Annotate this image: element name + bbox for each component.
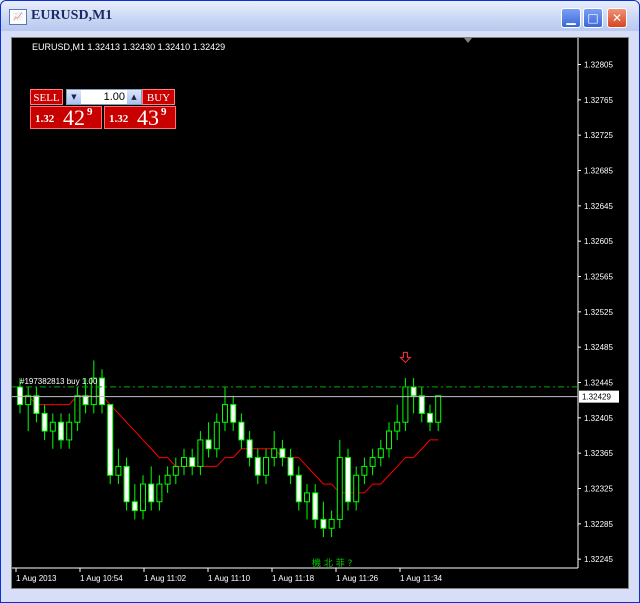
bottom-label: 機 北 菲 ? bbox=[312, 557, 353, 569]
candle-body bbox=[222, 404, 228, 423]
candle-body bbox=[189, 457, 196, 467]
y-tick-label: 1.32565 bbox=[584, 273, 613, 282]
candle-body bbox=[107, 404, 114, 476]
candle-body bbox=[58, 421, 64, 441]
candle-body bbox=[386, 430, 392, 450]
candle-body bbox=[205, 439, 212, 450]
candle-body bbox=[304, 492, 310, 503]
candle-body bbox=[49, 421, 56, 432]
lot-size-input[interactable]: 1.00 bbox=[83, 90, 125, 104]
candle-body bbox=[369, 457, 376, 467]
candle-body bbox=[66, 421, 73, 441]
moving-average-line bbox=[20, 395, 439, 494]
chart-icon[interactable]: 📈 bbox=[9, 9, 27, 25]
sell-button[interactable]: SELL bbox=[30, 89, 63, 105]
candle-body bbox=[320, 518, 327, 529]
y-tick-label: 1.32445 bbox=[584, 379, 613, 388]
x-tick-label: 1 Aug 11:10 bbox=[208, 574, 251, 583]
candle-body bbox=[246, 439, 253, 459]
candle-body bbox=[271, 448, 278, 459]
y-tick-label: 1.32805 bbox=[584, 61, 613, 70]
candle-body bbox=[99, 377, 105, 406]
y-tick-label: 1.32405 bbox=[584, 414, 613, 423]
candle-body bbox=[295, 474, 302, 503]
x-tick-label: 1 Aug 11:34 bbox=[400, 574, 443, 583]
x-tick-label: 1 Aug 2013 bbox=[16, 574, 57, 583]
app-window: 📈 EURUSD,M1 ▁ □ ✕ 1.32805 1.32765 1.32725 1… bbox=[0, 0, 640, 603]
chart-area[interactable]: 1.32805 1.32765 1.32725 1.32685 1.32645 1.326… bbox=[11, 37, 629, 589]
chart-header: EURUSD,M1 1.32413 1.32430 1.32410 1.3242… bbox=[32, 42, 225, 52]
candle-body bbox=[312, 492, 319, 520]
candle-body bbox=[336, 457, 343, 520]
candle-body bbox=[74, 395, 81, 423]
candle-body bbox=[115, 465, 122, 476]
sell-quote[interactable]: 1.32 42 9 bbox=[30, 105, 102, 130]
x-tick-label: 1 Aug 11:26 bbox=[336, 574, 379, 583]
candle-body bbox=[33, 395, 40, 414]
candle-body bbox=[41, 412, 48, 432]
candle-body bbox=[156, 483, 163, 503]
candle-body bbox=[287, 457, 294, 476]
candle-body bbox=[345, 457, 351, 503]
y-tick-label: 1.32525 bbox=[584, 308, 613, 317]
minimize-icon[interactable]: ▁ bbox=[561, 8, 581, 28]
buy-button[interactable]: BUY bbox=[142, 89, 175, 105]
candle-body bbox=[172, 465, 179, 476]
current-price-label: 1.32429 bbox=[582, 393, 611, 402]
y-tick-label: 1.32245 bbox=[584, 555, 613, 564]
y-tick-label: 1.32325 bbox=[584, 485, 613, 494]
candle-body bbox=[402, 386, 409, 423]
sell-arrow-icon bbox=[399, 351, 412, 364]
one-click-trading-panel: SELL ▼ 1.00 ▲ BUY 1.32 42 9 1.32 43 9 bbox=[30, 89, 176, 130]
candle-body bbox=[377, 448, 384, 459]
window-title: EURUSD,M1 bbox=[31, 8, 113, 23]
candle-body bbox=[148, 483, 155, 503]
y-tick-label: 1.32765 bbox=[584, 96, 613, 105]
chevron-up-icon[interactable]: ▲ bbox=[127, 90, 141, 104]
scroll-marker-icon bbox=[464, 38, 472, 43]
x-tick-label: 1 Aug 11:02 bbox=[144, 574, 187, 583]
candle-body bbox=[361, 465, 368, 476]
candle-body bbox=[427, 412, 433, 423]
y-tick-label: 1.32485 bbox=[584, 343, 613, 352]
candle-body bbox=[181, 457, 187, 467]
candle-body bbox=[410, 386, 417, 397]
candle-body bbox=[197, 439, 204, 467]
order-line-label: #197382813 buy 1.00 bbox=[20, 377, 98, 386]
y-tick-label: 1.32685 bbox=[584, 167, 613, 176]
x-tick-label: 1 Aug 11:18 bbox=[272, 574, 315, 583]
candle-body bbox=[435, 395, 442, 423]
x-tick-label: 1 Aug 10:54 bbox=[80, 574, 123, 583]
candle-body bbox=[263, 457, 269, 476]
candle-body bbox=[328, 518, 335, 529]
candle-body bbox=[418, 395, 425, 414]
candle-body bbox=[254, 457, 261, 476]
candle-body bbox=[394, 421, 401, 432]
close-icon[interactable]: ✕ bbox=[607, 8, 627, 28]
y-tick-label: 1.32605 bbox=[584, 237, 613, 246]
y-tick-label: 1.32645 bbox=[584, 202, 613, 211]
candle-body bbox=[140, 483, 146, 512]
y-tick-label: 1.32725 bbox=[584, 131, 613, 140]
candle-body bbox=[17, 386, 23, 406]
candle-body bbox=[238, 421, 245, 441]
chevron-down-icon[interactable]: ▼ bbox=[67, 90, 81, 104]
candle-body bbox=[164, 474, 171, 485]
title-bar[interactable]: 📈 EURUSD,M1 ▁ □ ✕ bbox=[1, 1, 639, 31]
candle-body bbox=[123, 465, 130, 503]
candle-body bbox=[353, 474, 360, 503]
candle-body bbox=[213, 421, 220, 450]
y-tick-label: 1.32365 bbox=[584, 449, 613, 458]
maximize-icon[interactable]: □ bbox=[583, 8, 603, 28]
candle-body bbox=[230, 404, 237, 423]
lot-stepper[interactable]: ▼ 1.00 ▲ bbox=[66, 89, 142, 105]
y-tick-label: 1.32285 bbox=[584, 520, 613, 529]
candle-body bbox=[131, 501, 138, 512]
buy-quote[interactable]: 1.32 43 9 bbox=[104, 105, 176, 130]
candle-body bbox=[279, 448, 286, 459]
